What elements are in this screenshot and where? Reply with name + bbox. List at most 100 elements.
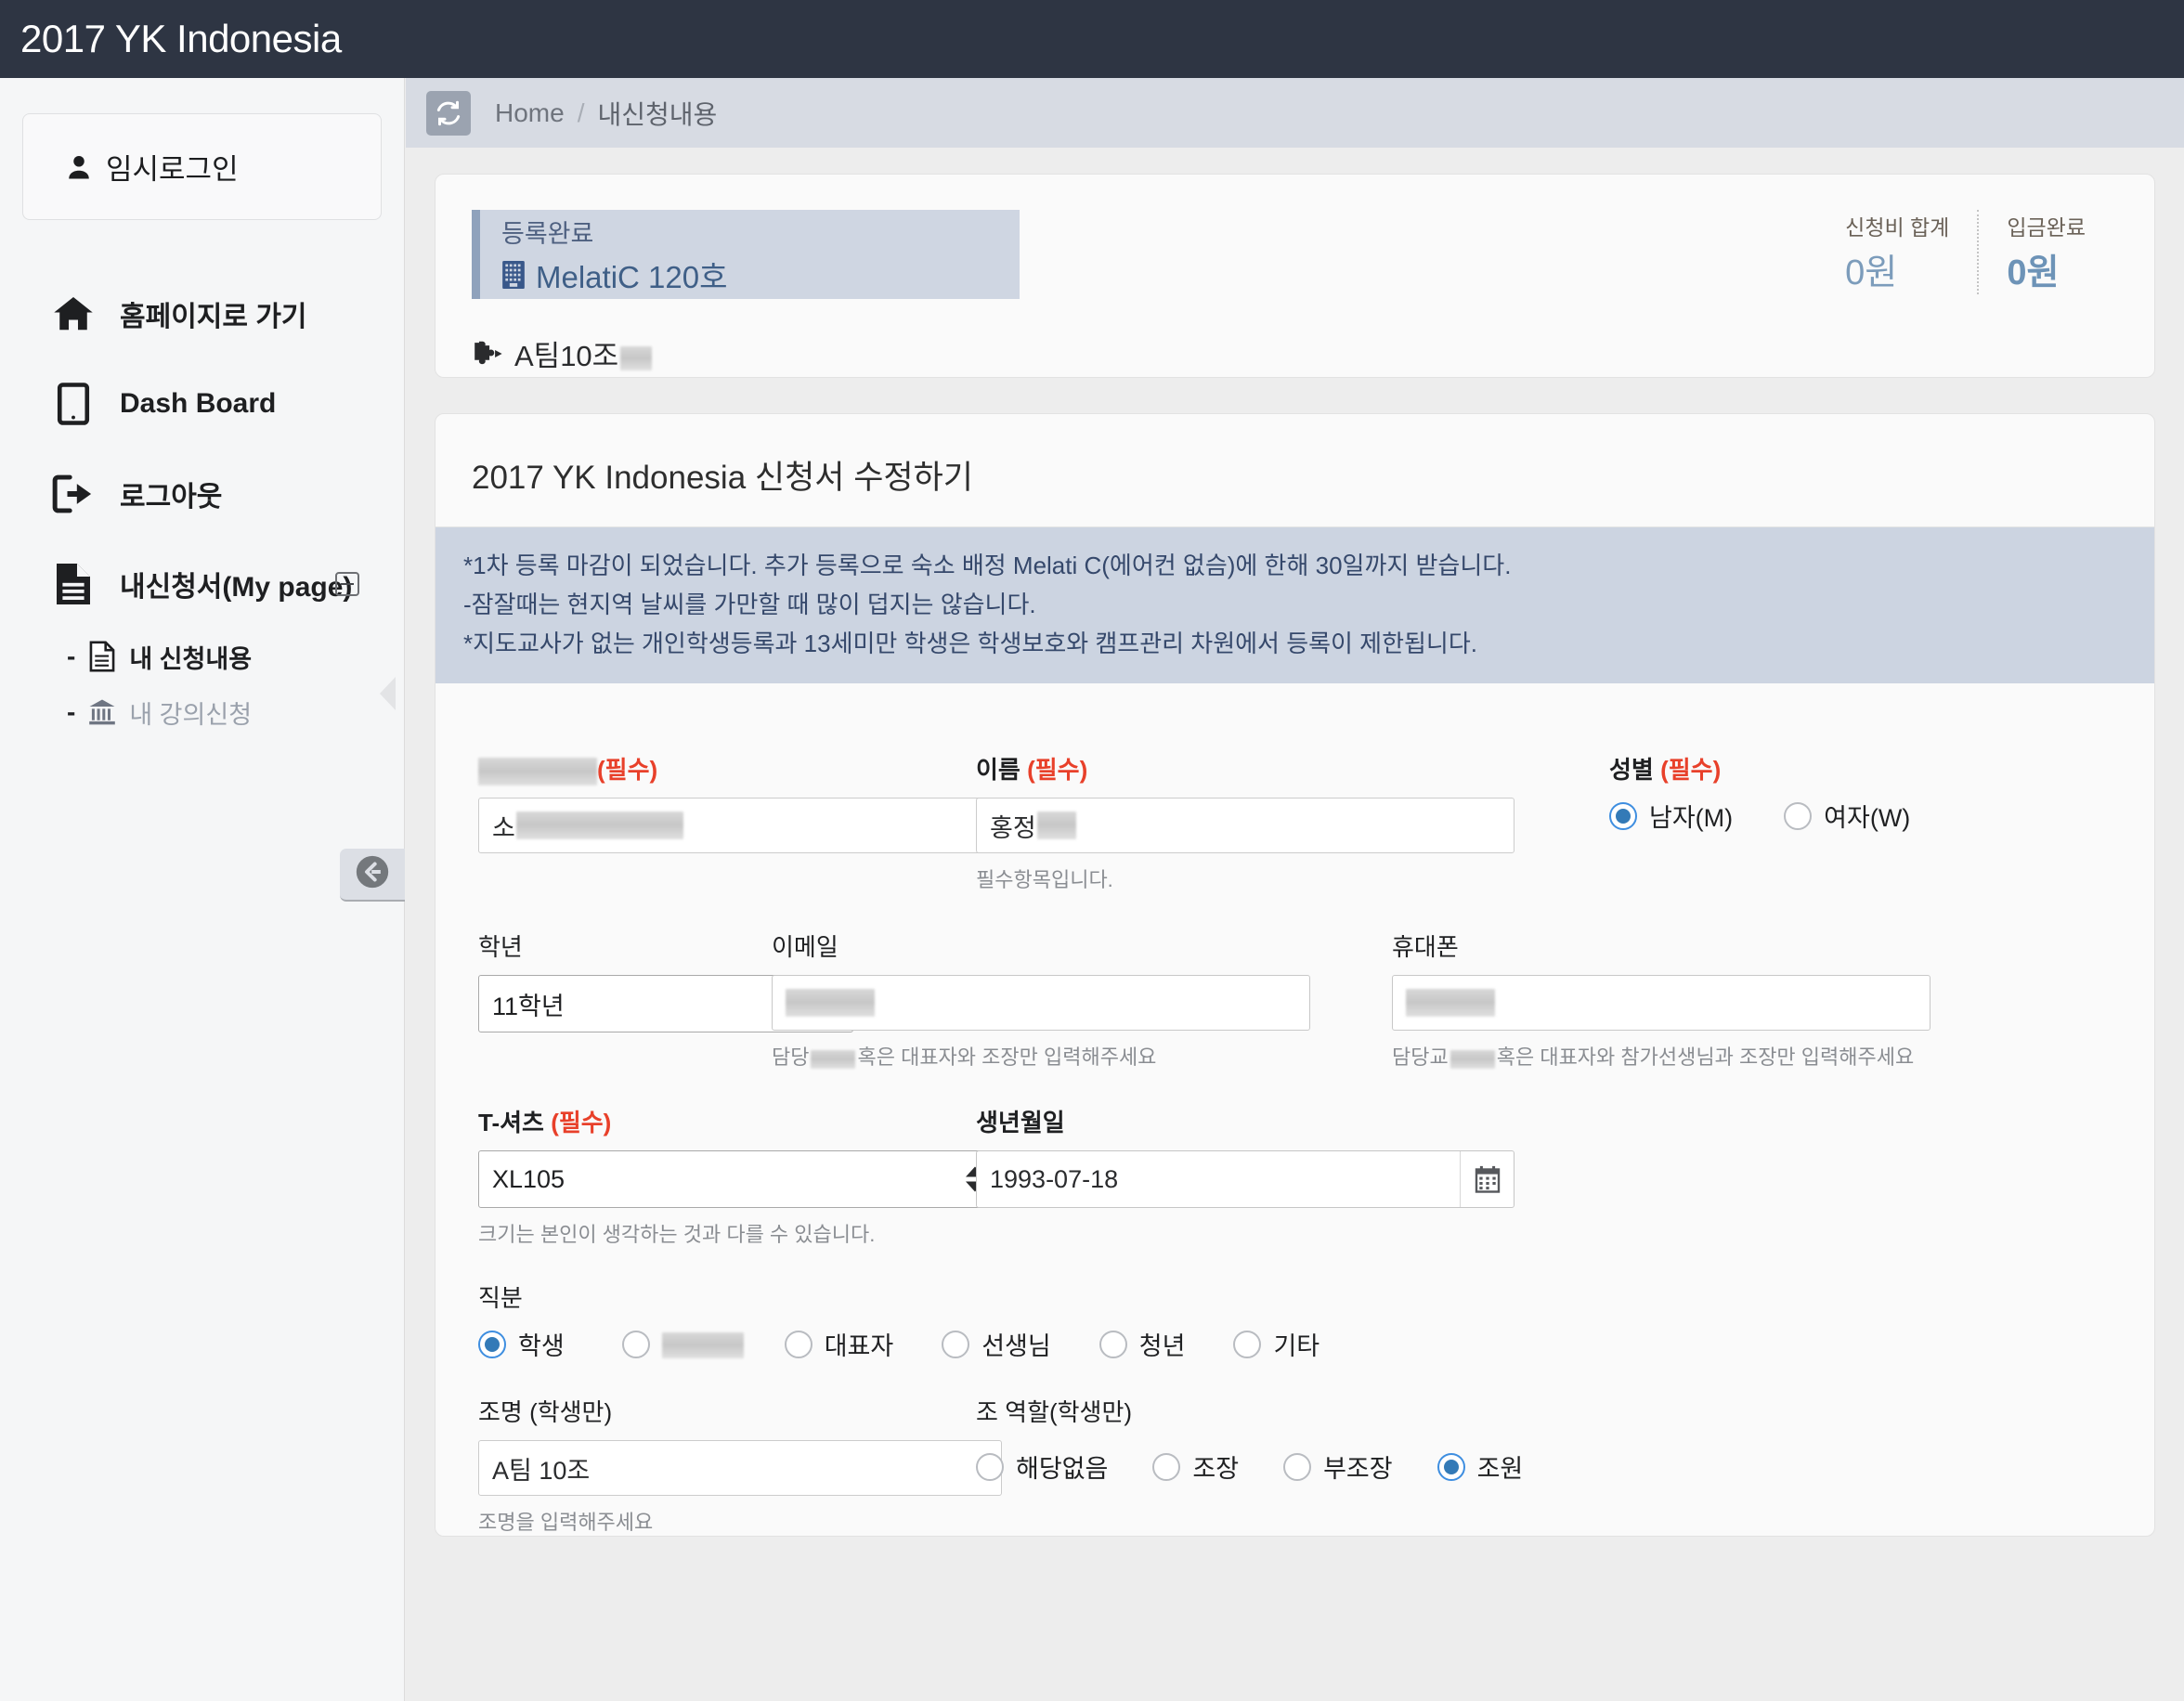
position-option-youth-label: 청년 xyxy=(1139,1326,1186,1362)
sidebar-collapse-button[interactable] xyxy=(340,849,405,902)
team-name-input[interactable]: A팀 10조 xyxy=(478,1440,1002,1496)
team-role-option-leader[interactable]: 조장 xyxy=(1152,1448,1239,1485)
radio-icon xyxy=(1099,1331,1127,1358)
required-tag: (필수) xyxy=(1660,756,1721,784)
fee-summary: 신청비 합계 0원 입금완료 0원 xyxy=(1817,210,2113,294)
application-form-card: 2017 YK Indonesia 신청서 수정하기 *1차 등록 마감이 되었… xyxy=(435,413,2155,1537)
team-role-option-subleader[interactable]: 부조장 xyxy=(1283,1448,1393,1485)
field-email: 이메일 담당혹은 대표자와 조장만 입력해주세요 xyxy=(772,928,1347,1071)
fee-total-block: 신청비 합계 0원 xyxy=(1817,210,1977,294)
field-org: (필수) 소 xyxy=(478,751,1054,853)
position-option-other-label: 기타 xyxy=(1273,1326,1320,1362)
redacted-block xyxy=(662,1332,744,1358)
redacted-block xyxy=(620,346,652,370)
grade-select-value: 11학년 xyxy=(492,986,565,1022)
refresh-icon[interactable] xyxy=(426,91,471,136)
form-row-team: 조명 (학생만) A팀 10조 조명을 입력해주세요 조 역할(학생만) 해당없… xyxy=(478,1394,2154,1536)
field-position: 직분 학생 대표자 xyxy=(478,1279,2154,1362)
required-tag: (필수) xyxy=(1027,756,1087,784)
status-card: 등록완료 xyxy=(435,174,2155,378)
gender-option-male[interactable]: 남자(M) xyxy=(1609,798,1733,834)
sidebar-subitem-my-application[interactable]: - 내 신청내용 xyxy=(0,629,404,684)
sidebar-subitem-my-lecture[interactable]: - 내 강의신청 xyxy=(0,684,404,740)
minus-icon[interactable] xyxy=(335,572,359,596)
team-role-option-member-label: 조원 xyxy=(1477,1448,1524,1485)
notice-spacer xyxy=(436,683,2154,721)
phone-help-text: 담당교혹은 대표자와 참가선생님과 조장만 입력해주세요 xyxy=(1392,1041,1968,1071)
document-icon xyxy=(51,562,96,606)
gender-option-female[interactable]: 여자(W) xyxy=(1784,798,1910,834)
radio-icon xyxy=(942,1331,969,1358)
field-birthday: 생년월일 1993-07-18 xyxy=(976,1104,1552,1208)
status-badge: 등록완료 xyxy=(501,219,1020,251)
sidebar-item-dashboard-label: Dash Board xyxy=(120,388,276,420)
sidebar-subitem-my-lecture-label: 내 강의신청 xyxy=(129,695,252,731)
user-icon xyxy=(65,153,93,181)
birthday-input-group[interactable]: 1993-07-18 xyxy=(976,1150,1514,1208)
name-input[interactable]: 홍정 xyxy=(976,798,1514,853)
field-phone: 휴대폰 담당교혹은 대표자와 참가선생님과 조장만 입력해주세요 xyxy=(1392,928,1968,1071)
form-row-contact: 학년 11학년 이메일 담당혹은 대표자와 조장만 입력해주세요 xyxy=(478,928,2154,1071)
org-input[interactable]: 소 xyxy=(478,798,1002,853)
sidebar-item-home[interactable]: 홈페이지로 가기 xyxy=(0,268,404,358)
radio-icon xyxy=(1233,1331,1261,1358)
radio-icon xyxy=(1152,1453,1180,1481)
breadcrumb-separator: / xyxy=(578,98,585,128)
form-title: 2017 YK Indonesia 신청서 수정하기 xyxy=(436,414,2154,527)
field-tshirt: T-셔츠 (필수) XL105 크기는 본인이 생각하는 것과 다를 수 있습니… xyxy=(478,1104,1054,1248)
sidebar: 임시로그인 홈페이지로 가기 Dash Board xyxy=(0,78,405,1701)
position-option-other[interactable]: 기타 xyxy=(1233,1326,1320,1362)
subitem-dash: - xyxy=(67,642,75,671)
puzzle-icon xyxy=(472,340,503,368)
team-name-help-text: 조명을 입력해주세요 xyxy=(478,1506,1054,1536)
position-option-teacher[interactable]: 선생님 xyxy=(942,1326,1051,1362)
team-role-option-none[interactable]: 해당없음 xyxy=(976,1448,1108,1485)
birthday-value: 1993-07-18 xyxy=(977,1165,1460,1194)
form-row-tshirt-birthday: T-셔츠 (필수) XL105 크기는 본인이 생각하는 것과 다를 수 있습니… xyxy=(478,1104,2154,1248)
radio-icon xyxy=(785,1331,812,1358)
field-name-label: 이름 (필수) xyxy=(976,751,1552,786)
building-icon xyxy=(501,260,526,290)
position-option-representative-label: 대표자 xyxy=(825,1326,894,1362)
tshirt-help-text: 크기는 본인이 생각하는 것과 다를 수 있습니다. xyxy=(478,1218,1054,1248)
breadcrumb-home-link[interactable]: Home xyxy=(495,98,565,128)
radio-icon xyxy=(1784,802,1812,830)
arrow-circle-left-icon xyxy=(354,853,391,895)
fee-total-amount: 0원 xyxy=(1845,243,1949,294)
team-assignment: A팀10조 xyxy=(472,332,652,374)
redacted-block xyxy=(811,1050,855,1069)
redacted-block xyxy=(786,989,875,1017)
position-option-redacted[interactable] xyxy=(622,1330,744,1358)
required-tag: (필수) xyxy=(597,756,657,784)
email-input[interactable] xyxy=(772,975,1310,1031)
temp-login-box[interactable]: 임시로그인 xyxy=(22,113,382,220)
phone-input[interactable] xyxy=(1392,975,1930,1031)
field-org-label: (필수) xyxy=(478,751,1054,786)
sidebar-item-mypage[interactable]: 내신청서(My page) xyxy=(0,539,404,629)
position-option-youth[interactable]: 청년 xyxy=(1099,1326,1186,1362)
file-text-icon xyxy=(88,641,116,672)
position-option-representative[interactable]: 대표자 xyxy=(785,1326,894,1362)
sidebar-item-logout[interactable]: 로그아웃 xyxy=(0,448,404,539)
sidebar-item-dashboard[interactable]: Dash Board xyxy=(0,358,404,448)
tshirt-select-value: XL105 xyxy=(492,1165,565,1194)
team-role-option-leader-label: 조장 xyxy=(1192,1448,1239,1485)
redacted-block xyxy=(516,812,683,839)
sidebar-subitem-my-application-label: 내 신청내용 xyxy=(129,639,252,675)
fee-total-title: 신청비 합계 xyxy=(1845,210,1949,241)
radio-icon xyxy=(1609,802,1637,830)
field-position-label: 직분 xyxy=(478,1279,2154,1314)
room-assignment: MelatiC 120호 xyxy=(501,253,1020,297)
radio-icon xyxy=(478,1331,506,1358)
position-option-student[interactable]: 학생 xyxy=(478,1326,565,1362)
tshirt-select[interactable]: XL105 xyxy=(478,1150,1002,1208)
team-role-option-member[interactable]: 조원 xyxy=(1437,1448,1524,1485)
position-option-redacted-label xyxy=(662,1330,744,1358)
email-help-text: 담당혹은 대표자와 조장만 입력해주세요 xyxy=(772,1041,1347,1071)
team-name-display: A팀10조 xyxy=(514,332,652,374)
breadcrumb: Home / 내신청내용 xyxy=(406,78,2184,148)
notice-line-3: *지도교사가 없는 개인학생등록과 13세미만 학생은 학생보호와 캠프관리 차… xyxy=(463,624,2154,663)
calendar-icon[interactable] xyxy=(1460,1151,1514,1207)
sidebar-item-home-label: 홈페이지로 가기 xyxy=(120,293,307,334)
sidebar-item-mypage-label: 내신청서(My page) xyxy=(120,564,352,604)
